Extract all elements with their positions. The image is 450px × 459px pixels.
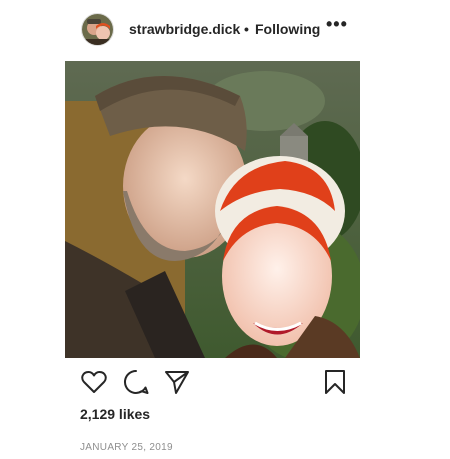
bookmark-icon[interactable] xyxy=(321,368,349,396)
action-bar xyxy=(0,368,450,398)
profile-avatar[interactable] xyxy=(81,13,114,46)
post-date[interactable]: JANUARY 25, 2019 xyxy=(80,442,173,453)
following-button[interactable]: Following xyxy=(255,21,320,37)
post-header: strawbridge.dick • Following ••• xyxy=(0,0,450,58)
more-options-icon[interactable]: ••• xyxy=(326,14,348,35)
likes-count[interactable]: 2,129 likes xyxy=(80,406,150,422)
heart-icon[interactable] xyxy=(80,368,108,396)
send-icon[interactable] xyxy=(163,368,191,396)
separator-dot: • xyxy=(244,21,249,37)
comment-icon[interactable] xyxy=(122,368,150,396)
post-photo[interactable] xyxy=(65,61,360,358)
username-link[interactable]: strawbridge.dick xyxy=(129,21,240,37)
